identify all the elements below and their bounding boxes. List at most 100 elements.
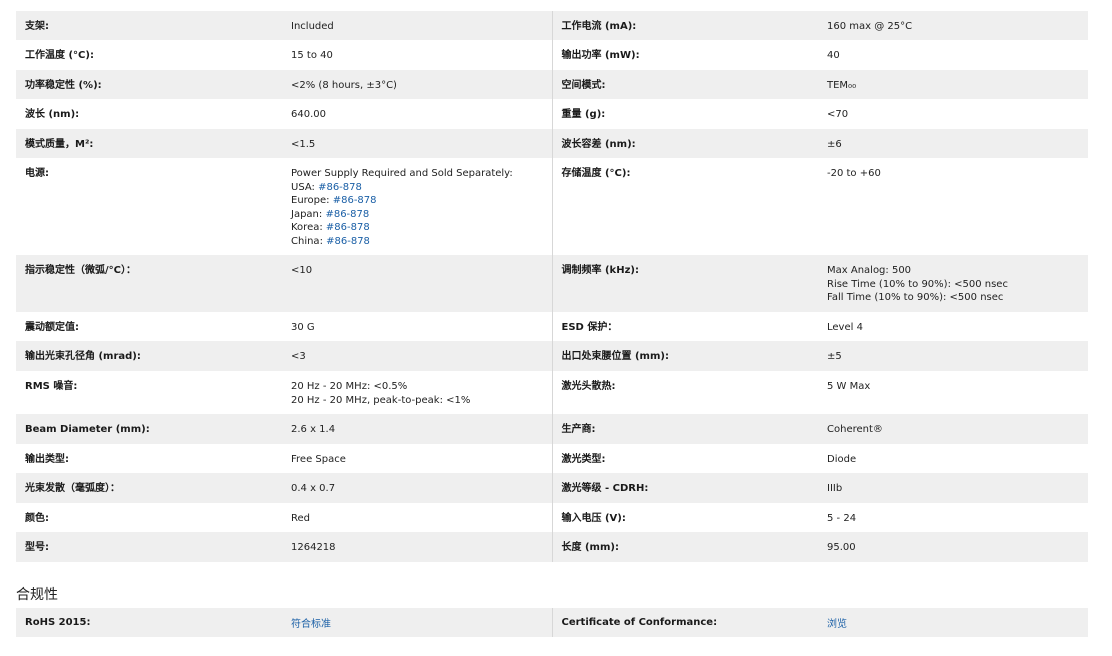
value-line: Europe: #86-878	[291, 194, 552, 208]
table-row: 波长 (nm): 640.00 重量 (g): <70	[16, 99, 1088, 129]
value-line: Japan: #86-878	[291, 208, 552, 222]
stock-number-link[interactable]: #86-878	[325, 209, 369, 220]
value-line: 5 W Max	[827, 381, 871, 392]
certificate-view-link[interactable]: 浏览	[827, 619, 847, 630]
value-line: Power Supply Required and Sold Separatel…	[291, 167, 552, 181]
spec-label: 输出光束孔径角 (mrad):	[16, 341, 282, 371]
spec-label: 工作电流 (mA):	[552, 11, 818, 40]
spec-label: 颜色:	[16, 503, 282, 532]
value-line: 20 Hz - 20 MHz: <0.5%	[291, 381, 408, 392]
value-line: IIIb	[827, 483, 843, 494]
value-text: Korea:	[291, 222, 326, 233]
value-line: 15 to 40	[291, 50, 333, 61]
compliance-section: RoHS 2015: 符合标准 Certificate of Conforman…	[16, 608, 1088, 637]
spec-label: 输入电压 (V):	[552, 503, 818, 532]
value-text: Japan:	[291, 208, 326, 220]
value-text: USA:	[291, 181, 319, 193]
value-line: 1264218	[291, 542, 336, 553]
spec-value: 40	[818, 40, 1088, 70]
table-row: 模式质量，M²: <1.5 波长容差 (nm): ±6	[16, 129, 1088, 158]
value-line: China: #86-878	[291, 235, 552, 249]
table-row: 型号: 1264218 长度 (mm): 95.00	[16, 532, 1088, 562]
spec-label: ESD 保护：	[552, 312, 818, 341]
stock-number-link[interactable]: #86-878	[318, 182, 362, 193]
spec-value: 5 - 24	[818, 503, 1088, 532]
value-line: Rise Time (10% to 90%): <500 nsec	[827, 278, 1008, 290]
spec-label: 电源:	[16, 158, 282, 255]
spec-value: 5 W Max	[818, 371, 1088, 414]
spec-value: 20 Hz - 20 MHz: <0.5% 20 Hz - 20 MHz, pea…	[282, 371, 553, 414]
spec-label: 光束发散（毫弧度）：	[16, 473, 282, 503]
spec-value: 30 G	[282, 312, 553, 341]
spec-value: 160 max @ 25°C	[818, 11, 1088, 40]
table-row: 支架: Included 工作电流 (mA): 160 max @ 25°C	[16, 11, 1088, 40]
spec-value: <10	[282, 255, 553, 312]
spec-value: <3	[282, 341, 553, 371]
stock-number-link[interactable]: #86-878	[326, 236, 370, 247]
spec-value: 2.6 x 1.4	[282, 414, 553, 444]
value-line: 20 Hz - 20 MHz, peak-to-peak: <1%	[291, 394, 471, 406]
table-row: RMS 噪音: 20 Hz - 20 MHz: <0.5% 20 Hz - 20 M…	[16, 371, 1088, 414]
spec-label: 功率稳定性 (%):	[16, 70, 282, 99]
spec-value: -20 to +60	[818, 158, 1088, 255]
table-row: 输出光束孔径角 (mrad): <3 出口处束腰位置 (mm): ±5	[16, 341, 1088, 371]
spec-value: 0.4 x 0.7	[282, 473, 553, 503]
spec-value: 640.00	[282, 99, 553, 129]
rohs-compliant-link[interactable]: 符合标准	[291, 619, 331, 630]
table-row: 电源: Power Supply Required and Sold Separa…	[16, 158, 1088, 255]
spec-value: 95.00	[818, 532, 1088, 562]
certificate-label: Certificate of Conformance:	[552, 608, 818, 637]
spec-value: Level 4	[818, 312, 1088, 341]
spec-label: 震动额定值:	[16, 312, 282, 341]
spec-label: 出口处束腰位置 (mm):	[552, 341, 818, 371]
stock-number-link[interactable]: #86-878	[333, 195, 377, 206]
stock-number-link[interactable]: #86-878	[326, 222, 370, 233]
value-line: Diode	[827, 454, 857, 465]
table-row: 颜色: Red 输入电压 (V): 5 - 24	[16, 503, 1088, 532]
value-text: China:	[291, 235, 327, 247]
value-line: 30 G	[291, 322, 315, 333]
spec-value: Diode	[818, 444, 1088, 473]
spec-label: 型号:	[16, 532, 282, 562]
table-row: 指示稳定性（微弧/°C）： <10 调制频率 (kHz): Max Analog: 5…	[16, 255, 1088, 312]
value-text: Power Supply Required and Sold Separatel…	[291, 168, 513, 179]
spec-label: 模式质量，M²:	[16, 129, 282, 158]
spec-value: Max Analog: 500 Rise Time (10% to 90%): <…	[818, 255, 1088, 312]
table-row: 输出类型: Free Space 激光类型: Diode	[16, 444, 1088, 473]
value-line: 640.00	[291, 109, 326, 120]
spec-value: IIIb	[818, 473, 1088, 503]
value-line: 5 - 24	[827, 513, 857, 524]
spec-value: ±6	[818, 129, 1088, 158]
value-line: ±5	[827, 351, 842, 362]
value-line: ±6	[827, 139, 842, 150]
spec-label: 波长容差 (nm):	[552, 129, 818, 158]
rohs-label: RoHS 2015:	[16, 608, 282, 637]
value-line: <1.5	[291, 139, 316, 150]
spec-label: 输出类型:	[16, 444, 282, 473]
value-line: 95.00	[827, 542, 856, 553]
spec-label: 工作温度 (°C):	[16, 40, 282, 70]
spec-label: 重量 (g):	[552, 99, 818, 129]
spec-value: <2% (8 hours, ±3°C)	[282, 70, 553, 99]
value-line: USA: #86-878	[291, 181, 552, 195]
rohs-value: 符合标准	[282, 608, 553, 637]
value-line: <70	[827, 109, 849, 120]
spec-value: Free Space	[282, 444, 553, 473]
value-line: Level 4	[827, 322, 863, 333]
spec-value: Included	[282, 11, 553, 40]
table-row: 功率稳定性 (%): <2% (8 hours, ±3°C) 空间模式: TEM₀₀	[16, 70, 1088, 99]
value-line: Fall Time (10% to 90%): <500 nsec	[827, 292, 1004, 303]
certificate-value: 浏览	[818, 608, 1088, 637]
spec-label: 波长 (nm):	[16, 99, 282, 129]
value-line: -20 to +60	[827, 168, 881, 179]
spec-value: <1.5	[282, 129, 553, 158]
spec-value: <70	[818, 99, 1088, 129]
value-line: Free Space	[291, 454, 346, 465]
value-line: Coherent®	[827, 424, 883, 435]
value-line: 40	[827, 50, 840, 61]
value-text: Europe:	[291, 195, 333, 206]
spec-label: 输出功率 (mW):	[552, 40, 818, 70]
compliance-heading: 合规性	[16, 587, 58, 603]
spec-value: Red	[282, 503, 553, 532]
spec-label: 长度 (mm):	[552, 532, 818, 562]
